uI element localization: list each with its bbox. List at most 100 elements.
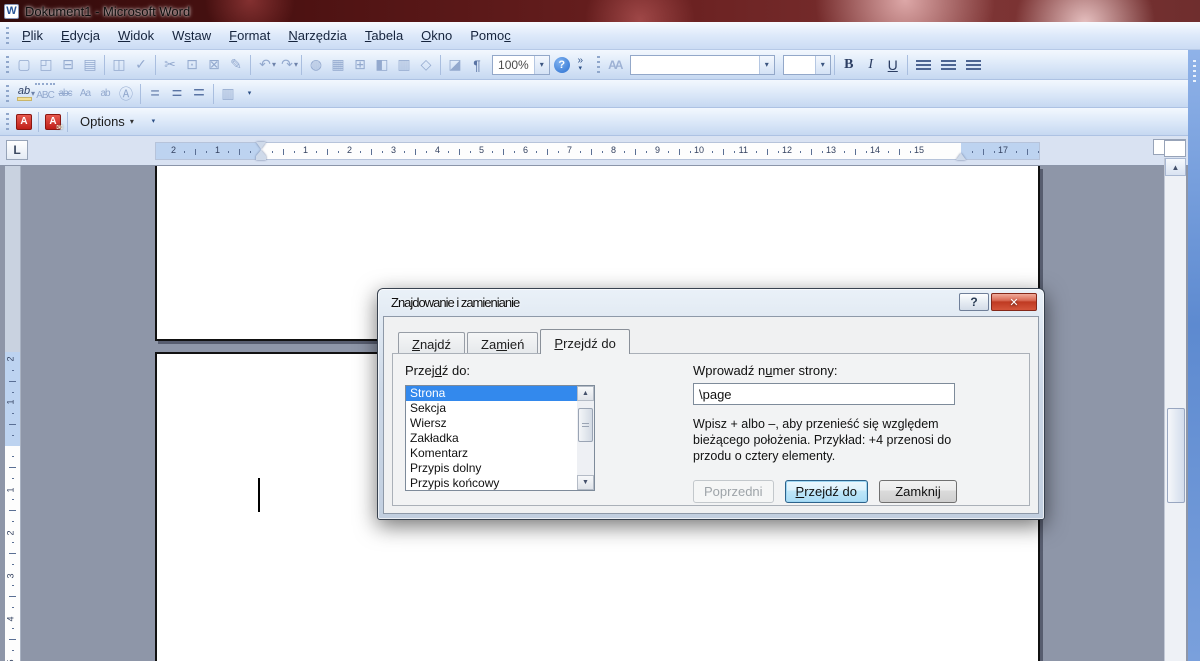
format-painter-icon[interactable]: ✎ bbox=[225, 54, 247, 76]
underline-button[interactable]: U bbox=[882, 54, 904, 76]
drawing-icon[interactable]: ◇ bbox=[415, 54, 437, 76]
open-icon[interactable]: ◰ bbox=[35, 54, 57, 76]
bold-button[interactable]: B bbox=[838, 54, 860, 76]
new-document-icon[interactable]: ▢ bbox=[13, 54, 35, 76]
emphasis-dots-icon[interactable]: ABC bbox=[35, 83, 55, 105]
font-name-combo[interactable]: ▾ bbox=[630, 55, 775, 75]
email-icon: ✉ bbox=[56, 123, 63, 132]
insert-excel-worksheet-icon[interactable]: ◧ bbox=[371, 54, 393, 76]
window-title: Dokument1 - Microsoft Word bbox=[25, 4, 190, 19]
list-item-przypis-koncowy[interactable]: Przypis końcowy bbox=[406, 476, 594, 491]
spacing-double-icon[interactable]: = bbox=[188, 83, 210, 105]
print-preview-icon[interactable]: ◫ bbox=[108, 54, 130, 76]
copy-icon[interactable]: ⊡ bbox=[181, 54, 203, 76]
cut-icon[interactable]: ✂ bbox=[159, 54, 181, 76]
align-left-button[interactable] bbox=[916, 60, 931, 70]
menu-tabela[interactable]: Tabela bbox=[356, 24, 412, 47]
list-item-komentarz[interactable]: Komentarz bbox=[406, 446, 594, 461]
toolbar-options-chevron[interactable]: »▾ bbox=[573, 53, 588, 77]
menu-plik[interactable]: Plik bbox=[13, 24, 52, 47]
toolbar-grip[interactable] bbox=[6, 56, 9, 74]
menu-widok[interactable]: Widok bbox=[109, 24, 163, 47]
list-item-sekcja[interactable]: Sekcja bbox=[406, 401, 594, 416]
help-icon[interactable]: ? bbox=[554, 57, 570, 73]
list-item-zakladka[interactable]: Zakładka bbox=[406, 431, 594, 446]
insert-hyperlink-icon[interactable]: ◍ bbox=[305, 54, 327, 76]
font-name-dropdown-icon[interactable]: ▾ bbox=[759, 56, 774, 74]
ruler-cm-cell: 3 bbox=[5, 532, 20, 575]
hanging-indent-marker[interactable] bbox=[256, 150, 266, 160]
styles-and-formatting-icon[interactable]: AA bbox=[604, 54, 626, 76]
paste-icon[interactable]: ⊠ bbox=[203, 54, 225, 76]
menu-okno[interactable]: Okno bbox=[412, 24, 461, 47]
ruler-cm-cell: 2 bbox=[173, 143, 217, 159]
goto-target-listbox[interactable]: Strona Sekcja Wiersz Zakładka Komentarz … bbox=[405, 385, 595, 491]
toolbar-separator bbox=[67, 112, 68, 132]
dialog-close-button[interactable]: ✕ bbox=[991, 293, 1037, 311]
toolbar-grip[interactable] bbox=[6, 27, 9, 45]
insert-table-icon[interactable]: ⊞ bbox=[349, 54, 371, 76]
spacing-one-half-icon[interactable]: = bbox=[166, 83, 188, 105]
spacing-single-icon[interactable]: = bbox=[144, 83, 166, 105]
zoom-combo[interactable]: 100% ▾ bbox=[492, 55, 550, 75]
list-item-strona[interactable]: Strona bbox=[406, 386, 594, 401]
italic-button[interactable]: I bbox=[860, 54, 882, 76]
print-icon[interactable]: ▤ bbox=[79, 54, 101, 76]
page-number-input[interactable] bbox=[693, 383, 955, 405]
scroll-up-icon[interactable]: ▲ bbox=[1165, 158, 1186, 176]
first-line-indent-marker[interactable] bbox=[256, 142, 266, 149]
word-app-icon: W bbox=[4, 4, 19, 19]
right-indent-marker[interactable] bbox=[956, 153, 966, 160]
font-size-combo[interactable]: ▾ bbox=[783, 55, 831, 75]
scrollbar-thumb[interactable] bbox=[578, 408, 593, 442]
spelling-grammar-icon[interactable]: ✓ bbox=[130, 54, 152, 76]
toolbar-options-chevron[interactable]: ▾ bbox=[242, 82, 257, 106]
vertical-scrollbar[interactable]: ▲ bbox=[1164, 158, 1186, 661]
v-ruler-margin: 21 bbox=[5, 352, 20, 446]
menu-format[interactable]: Format bbox=[220, 24, 279, 47]
list-item-przypis-dolny[interactable]: Przypis dolny bbox=[406, 461, 594, 476]
font-size-dropdown-icon[interactable]: ▾ bbox=[815, 56, 830, 74]
show-paragraph-marks-icon[interactable]: ¶ bbox=[466, 54, 488, 76]
menu-pomoc[interactable]: Pomoc bbox=[461, 24, 519, 47]
enclose-characters-icon[interactable]: Ⓐ bbox=[115, 83, 137, 105]
menu-wstaw[interactable]: Wstaw bbox=[163, 24, 220, 47]
tab-stop-selector[interactable]: L bbox=[6, 140, 28, 160]
dialog-help-button[interactable]: ? bbox=[959, 293, 989, 311]
zoom-dropdown-icon[interactable]: ▾ bbox=[534, 56, 549, 74]
combine-characters-icon[interactable]: ab bbox=[95, 83, 115, 105]
previous-button[interactable]: Poprzedni bbox=[693, 480, 774, 503]
toolbar-grip[interactable] bbox=[1193, 60, 1196, 84]
redo-dropdown-icon[interactable]: ▾ bbox=[294, 60, 298, 69]
columns-icon[interactable]: ▥ bbox=[393, 54, 415, 76]
document-map-icon[interactable]: ◪ bbox=[444, 54, 466, 76]
align-right-button[interactable] bbox=[966, 60, 981, 70]
pdf-options-button[interactable]: Options ▾ bbox=[71, 111, 143, 132]
toolbar-grip[interactable] bbox=[597, 56, 600, 74]
align-center-button[interactable] bbox=[941, 60, 956, 70]
save-icon[interactable]: ⊟ bbox=[57, 54, 79, 76]
convert-to-pdf-icon[interactable]: A bbox=[16, 114, 32, 130]
goto-button[interactable]: Przejdź do bbox=[785, 480, 868, 503]
columns-grid-icon[interactable]: ▥ bbox=[217, 83, 239, 105]
strikethrough-icon[interactable]: abc bbox=[55, 83, 75, 105]
convert-to-pdf-email-icon[interactable]: A ✉ bbox=[45, 114, 61, 130]
toolbar-options-chevron[interactable]: ▾ bbox=[146, 110, 161, 134]
listbox-scrollbar[interactable]: ▲ ▼ bbox=[577, 386, 594, 490]
scrollbar-thumb[interactable] bbox=[1167, 408, 1185, 503]
scroll-down-icon[interactable]: ▼ bbox=[577, 475, 594, 490]
tables-and-borders-icon[interactable]: ▦ bbox=[327, 54, 349, 76]
text-cursor bbox=[258, 478, 260, 512]
ruler-cm-cell: 12 bbox=[745, 143, 789, 159]
close-button[interactable]: Zamknij bbox=[879, 480, 957, 503]
menu-narzedzia[interactable]: Narzędzia bbox=[279, 24, 356, 47]
menu-edycja[interactable]: Edycja bbox=[52, 24, 109, 47]
toolbar-separator bbox=[104, 55, 105, 75]
scroll-up-icon[interactable]: ▲ bbox=[577, 386, 594, 401]
toolbar-grip[interactable] bbox=[6, 113, 9, 131]
list-item-wiersz[interactable]: Wiersz bbox=[406, 416, 594, 431]
tab-przejdz-do[interactable]: Przejdź do bbox=[540, 329, 629, 354]
character-scale-icon[interactable]: Aa bbox=[75, 83, 95, 105]
toolbar-grip[interactable] bbox=[6, 85, 9, 103]
menu-bar: Plik Edycja Widok Wstaw Format Narzędzia… bbox=[0, 22, 1200, 50]
